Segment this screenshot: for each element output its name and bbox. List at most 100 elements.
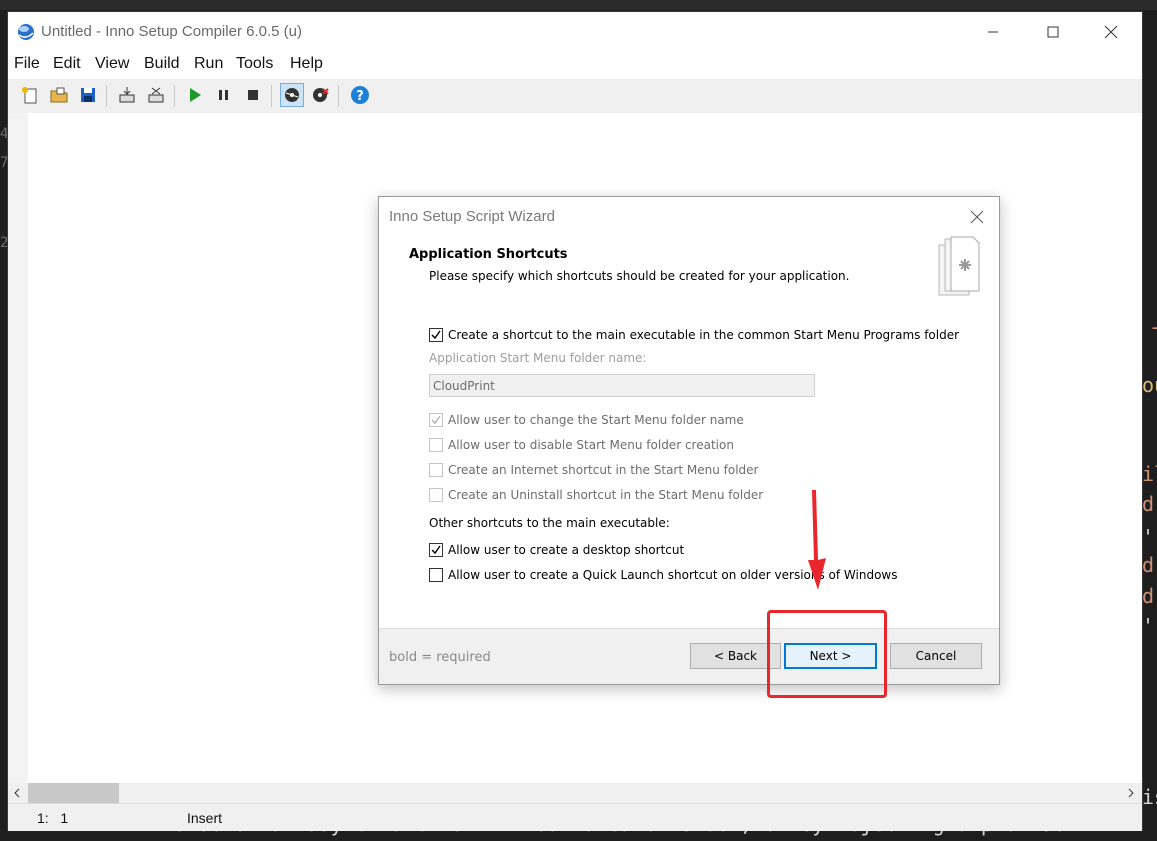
checkmark-icon <box>431 330 441 340</box>
required-note: bold = required <box>389 650 491 665</box>
open-folder-icon <box>50 87 68 103</box>
pause-icon <box>219 90 228 100</box>
maximize-button[interactable] <box>1024 12 1082 52</box>
checkbox-box[interactable] <box>429 328 443 342</box>
help-button[interactable]: ? <box>348 83 372 107</box>
insert-mode: Insert <box>187 810 223 826</box>
background-code: ', <box>1142 525 1157 549</box>
checkbox-label: Allow user to create a desktop shortcut <box>448 543 685 557</box>
minimize-button[interactable] <box>964 12 1022 52</box>
dialog-title: Inno Setup Script Wizard <box>389 208 555 225</box>
background-code: d. <box>1142 584 1157 608</box>
status-bar: 1: 1 Insert <box>8 803 1142 831</box>
target-setup-button[interactable] <box>280 83 304 107</box>
menu-view[interactable]: View <box>95 55 129 73</box>
dialog-close-icon[interactable] <box>967 207 987 227</box>
checkbox-label: Create an Uninstall shortcut in the Star… <box>448 488 764 502</box>
menu-help[interactable]: Help <box>290 55 323 73</box>
checkbox-label: Allow user to change the Start Menu fold… <box>448 413 744 427</box>
stop-icon <box>248 90 258 100</box>
pause-button[interactable] <box>212 83 236 107</box>
horizontal-scrollbar[interactable] <box>8 783 1142 803</box>
dialog-title-bar[interactable]: Inno Setup Script Wizard <box>379 197 999 235</box>
stop-button[interactable] <box>241 83 265 107</box>
checkbox-box[interactable] <box>429 438 443 452</box>
minimize-icon <box>988 31 998 33</box>
toolbar-separator <box>174 85 175 107</box>
toolbar: ? <box>8 79 1142 113</box>
cursor-position: 1: 1 <box>37 810 69 826</box>
title-bar[interactable]: Untitled - Inno Setup Compiler 6.0.5 (u) <box>8 12 1142 52</box>
save-button[interactable] <box>76 83 100 107</box>
compile-button[interactable] <box>115 83 139 107</box>
scrollbar-thumb[interactable] <box>28 783 119 803</box>
page-heading: Application Shortcuts <box>409 247 568 262</box>
background-code: is <box>1142 785 1157 809</box>
allow-disable-folder-checkbox[interactable]: Allow user to disable Start Menu folder … <box>429 438 734 452</box>
checkbox-box[interactable] <box>429 463 443 477</box>
checkbox-label: Create an Internet shortcut in the Start… <box>448 463 759 477</box>
run-button[interactable] <box>183 83 207 107</box>
checkmark-icon <box>431 545 441 555</box>
maximize-icon <box>1047 26 1059 38</box>
annotation-highlight-box <box>767 610 887 698</box>
menu-run[interactable]: Run <box>194 55 223 73</box>
internet-shortcut-checkbox[interactable]: Create an Internet shortcut in the Start… <box>429 463 758 477</box>
background-code: d. <box>1142 492 1157 516</box>
desktop-shortcut-checkbox[interactable]: Allow user to create a desktop shortcut <box>429 543 684 557</box>
scroll-left-icon[interactable] <box>12 788 22 798</box>
stop-compile-icon <box>148 87 164 103</box>
window-title: Untitled - Inno Setup Compiler 6.0.5 (u) <box>41 23 302 40</box>
cancel-button[interactable]: Cancel <box>890 643 982 669</box>
page-subheading: Please specify which shortcuts should be… <box>429 269 850 283</box>
target-uninstall-icon <box>313 88 329 102</box>
compile-icon <box>119 87 135 103</box>
checkbox-box[interactable] <box>429 413 443 427</box>
target-debug-icon <box>285 88 299 102</box>
checkbox-box[interactable] <box>429 568 443 582</box>
folder-name-field[interactable]: CloudPrint <box>429 374 815 397</box>
toolbar-separator <box>271 85 272 107</box>
checkbox-label: Allow user to disable Start Menu folder … <box>448 438 734 452</box>
other-shortcuts-label: Other shortcuts to the main executable: <box>429 516 670 530</box>
background-code: ', <box>1142 614 1157 638</box>
menu-tools[interactable]: Tools <box>236 55 273 73</box>
scroll-right-icon[interactable] <box>1126 788 1136 798</box>
script-wizard-dialog: Inno Setup Script Wizard Application Sho… <box>378 196 1000 685</box>
checkbox-label: Create a shortcut to the main executable… <box>448 328 960 342</box>
target-uninstall-button[interactable] <box>308 83 332 107</box>
annotation-arrow <box>808 490 826 590</box>
run-icon <box>190 88 201 102</box>
toolbar-separator <box>106 85 107 107</box>
checkbox-box[interactable] <box>429 488 443 502</box>
wizard-image-icon <box>938 236 980 296</box>
help-icon: ? <box>351 86 369 104</box>
menu-file[interactable]: File <box>14 55 40 73</box>
new-file-button[interactable] <box>18 83 42 107</box>
required-note-rest: = required <box>417 650 491 665</box>
menu-edit[interactable]: Edit <box>53 55 81 73</box>
checkbox-box[interactable] <box>429 543 443 557</box>
checkmark-icon <box>431 415 441 425</box>
save-icon <box>81 88 95 102</box>
inno-setup-app-icon <box>18 24 34 40</box>
toolbar-separator <box>338 85 339 107</box>
open-file-button[interactable] <box>47 83 71 107</box>
svg-text:?: ? <box>356 89 364 104</box>
editor-gutter <box>8 113 28 783</box>
background-topbar <box>0 0 1157 10</box>
uninstall-shortcut-checkbox[interactable]: Create an Uninstall shortcut in the Star… <box>429 488 763 502</box>
background-code: - <box>1149 315 1157 339</box>
required-note-bold: bold <box>389 650 418 665</box>
background-code: d. <box>1142 553 1157 577</box>
create-start-menu-shortcut-checkbox[interactable]: Create a shortcut to the main executable… <box>429 328 959 342</box>
stop-compile-button[interactable] <box>144 83 168 107</box>
allow-change-folder-checkbox[interactable]: Allow user to change the Start Menu fold… <box>429 413 744 427</box>
close-icon <box>1104 25 1118 39</box>
folder-name-label: Application Start Menu folder name: <box>429 351 647 365</box>
new-file-icon <box>22 87 37 104</box>
background-code: il <box>1142 462 1157 486</box>
close-button[interactable] <box>1082 12 1140 52</box>
footer-separator <box>379 628 999 629</box>
menu-build[interactable]: Build <box>144 55 180 73</box>
